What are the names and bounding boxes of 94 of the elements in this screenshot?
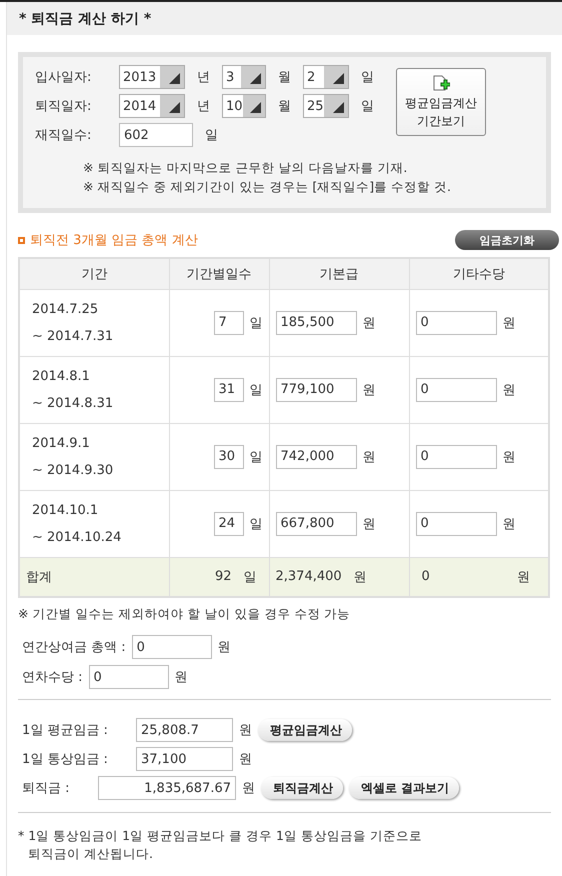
- unit-label: 원: [502, 382, 516, 398]
- column-header: 기본급: [269, 258, 409, 289]
- dropdown-field[interactable]: 3: [222, 65, 266, 89]
- field-label: 1일 평균임금 :: [22, 722, 109, 739]
- field-label: 1일 통상임금 :: [22, 751, 109, 768]
- input-field[interactable]: 0: [416, 378, 496, 402]
- input-field[interactable]: 24: [214, 512, 244, 536]
- unit-label: 원: [362, 448, 376, 466]
- unit-label: 일: [250, 516, 262, 532]
- input-field[interactable]: 37,100: [136, 747, 233, 771]
- total-base: 2,374,400: [276, 569, 342, 584]
- add-document-icon: [432, 75, 450, 93]
- unit-label: 원: [242, 780, 255, 797]
- input-field[interactable]: 1,835,687.67: [98, 776, 236, 800]
- field-label: 연간상여금 총액 :: [22, 639, 126, 656]
- input-field[interactable]: 0: [416, 444, 496, 468]
- period-end: ~ 2014.9.30: [32, 462, 114, 478]
- footnote-text: * 1일 통상임금이 1일 평균임금보다 클 경우 1일 통상임금을 기준으로 퇴직금이 계산됩니다.: [18, 827, 423, 863]
- dropdown-arrow-icon: [333, 102, 344, 113]
- reset-button[interactable]: 임금초기화: [455, 230, 559, 250]
- dropdown-arrow-icon: [169, 102, 180, 113]
- calculate-button[interactable]: 엑셀로 결과보기: [349, 777, 460, 799]
- column-header: 기간: [19, 258, 169, 289]
- unit-label: 년: [196, 69, 211, 86]
- bullet-icon: [18, 236, 25, 244]
- period-end: ~ 2014.10.24: [32, 530, 122, 544]
- input-field[interactable]: 30: [214, 444, 244, 468]
- dropdown-field[interactable]: 2: [303, 65, 349, 89]
- period-view-button[interactable]: 평균임금계산 기간보기: [396, 68, 486, 136]
- period-start: 2014.7.25: [32, 302, 100, 316]
- input-field[interactable]: 0: [88, 665, 169, 689]
- field-label: 퇴직일자:: [35, 98, 92, 115]
- unit-label: 원: [174, 669, 188, 686]
- section-title: 퇴직전 3개월 임금 총액 계산: [30, 232, 198, 249]
- unit-label: 일: [250, 314, 262, 332]
- input-field[interactable]: 602: [119, 123, 193, 147]
- page-title: * 퇴직금 계산 하기 *: [7, 2, 562, 35]
- input-field[interactable]: 0: [416, 512, 496, 536]
- dropdown-field[interactable]: 2014: [119, 94, 185, 118]
- unit-label: 원: [362, 516, 376, 532]
- dropdown-field[interactable]: 2013: [119, 65, 185, 89]
- dropdown-field[interactable]: 25: [303, 94, 349, 118]
- field-label: 입사일자:: [35, 69, 92, 86]
- dropdown-arrow-icon: [333, 73, 344, 84]
- unit-label: 원: [502, 516, 516, 532]
- period-start: 2014.8.1: [32, 368, 91, 384]
- unit-label: 월: [277, 98, 292, 115]
- unit-label: 일: [360, 69, 375, 86]
- field-label: 연차수당 :: [22, 669, 83, 686]
- total-days: 92: [214, 569, 232, 584]
- unit-label: 원: [239, 722, 252, 739]
- calculate-button[interactable]: 평균임금계산: [258, 719, 352, 741]
- total-other: 0: [422, 569, 430, 584]
- period-end: ~ 2014.8.31: [32, 396, 114, 410]
- unit-label: 원: [239, 751, 252, 768]
- input-field[interactable]: 25,808.7: [136, 718, 233, 742]
- unit-label: 일: [250, 448, 262, 466]
- total-label: 합계: [26, 570, 52, 585]
- unit-label: 원: [362, 314, 376, 332]
- note-text: ※ 재직일수 중 제외기간이 있는 경우는 [재직일수]를 수정할 것.: [83, 179, 452, 196]
- dropdown-arrow-icon: [250, 102, 261, 113]
- unit-label: 원: [218, 639, 231, 656]
- dropdown-arrow-icon: [169, 73, 180, 84]
- unit-label: 일: [360, 98, 375, 115]
- column-header: 기간별일수: [169, 258, 269, 289]
- unit-label: 원: [352, 568, 368, 586]
- note-text: ※ 퇴직일자는 마지막으로 근무한 날의 다음날자를 기재.: [83, 160, 408, 177]
- unit-label: 일: [250, 382, 262, 398]
- input-field[interactable]: 185,500: [276, 310, 356, 334]
- period-start: 2014.9.1: [32, 436, 91, 450]
- unit-label: 일: [242, 568, 258, 586]
- column-header: 기타수당: [409, 258, 549, 289]
- period-start: 2014.10.1: [32, 502, 100, 518]
- input-field[interactable]: 0: [416, 310, 496, 334]
- unit-label: 월: [277, 69, 292, 86]
- unit-label: 원: [502, 314, 516, 332]
- unit-label: 원: [502, 448, 516, 466]
- unit-label: 원: [516, 568, 531, 586]
- input-field[interactable]: 7: [214, 310, 244, 334]
- field-label: 퇴직금 :: [22, 780, 71, 797]
- calculate-button[interactable]: 퇴직금계산: [261, 777, 343, 799]
- input-field[interactable]: 31: [214, 378, 244, 402]
- input-field[interactable]: 667,800: [276, 512, 356, 536]
- dropdown-field[interactable]: 10: [222, 94, 266, 118]
- note-text: ※ 기간별 일수는 제외하여야 할 날이 있을 경우 수정 가능: [18, 606, 352, 623]
- field-label: 재직일수:: [35, 127, 92, 144]
- dropdown-arrow-icon: [250, 73, 261, 84]
- unit-label: 년: [196, 98, 211, 115]
- period-end: ~ 2014.7.31: [32, 328, 114, 344]
- unit-label: 일: [204, 127, 219, 144]
- input-field[interactable]: 779,100: [276, 378, 356, 402]
- input-field[interactable]: 742,000: [276, 444, 356, 468]
- unit-label: 원: [362, 382, 376, 398]
- input-field[interactable]: 0: [132, 635, 212, 659]
